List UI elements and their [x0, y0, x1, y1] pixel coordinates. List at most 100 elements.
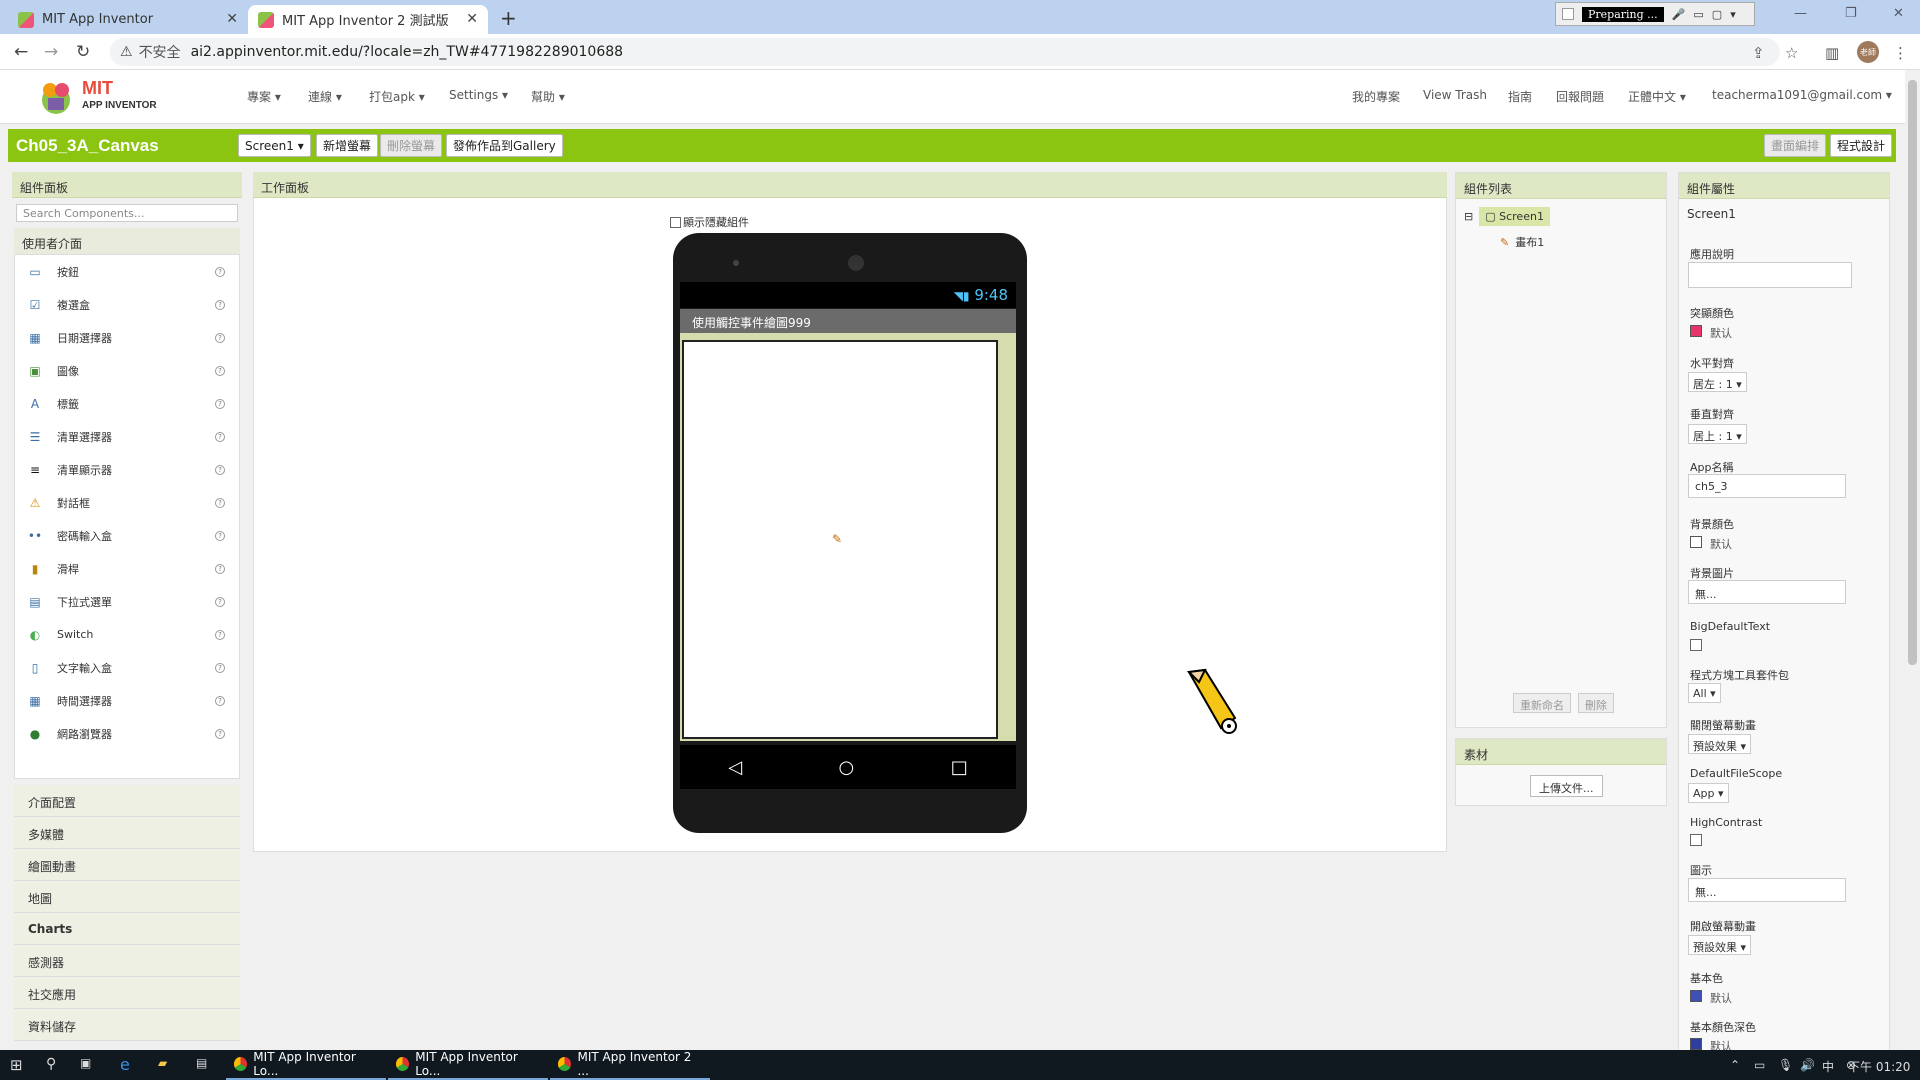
help-icon[interactable]: ?: [215, 564, 225, 574]
help-icon[interactable]: ?: [215, 267, 225, 277]
tree-node-canvas1[interactable]: ✎ 畫布1: [1500, 234, 1658, 250]
new-tab-button[interactable]: +: [500, 6, 517, 30]
help-icon[interactable]: ?: [215, 333, 225, 343]
forward-icon[interactable]: →: [44, 42, 58, 62]
task-view-icon[interactable]: ▣: [80, 1056, 91, 1070]
blocks-toolkit-dropdown[interactable]: All ▾: [1688, 683, 1721, 703]
screen-icon[interactable]: ▢: [1712, 8, 1722, 21]
palette-item-textbox[interactable]: ▯ 文字輸入盒?: [15, 651, 239, 684]
network-icon[interactable]: ▭: [1754, 1058, 1765, 1072]
blocks-button[interactable]: 程式設計: [1830, 134, 1893, 157]
publish-gallery-button[interactable]: 發佈作品到Gallery: [446, 134, 563, 157]
page-scrollbar[interactable]: [1905, 70, 1920, 1050]
tree-label-screen1[interactable]: ▢ Screen1: [1479, 207, 1550, 226]
mit-logo[interactable]: MIT APP INVENTOR: [36, 76, 166, 118]
scrollbar-thumb[interactable]: [1908, 80, 1917, 665]
warning-icon[interactable]: ⚠: [120, 44, 133, 60]
app-name-input[interactable]: ch5_3: [1688, 474, 1846, 498]
menu-connect[interactable]: 連線 ▾: [308, 88, 342, 105]
guide-link[interactable]: 指南: [1508, 88, 1532, 105]
category-media[interactable]: 多媒體: [14, 817, 240, 849]
camera-icon[interactable]: ▭: [1693, 8, 1703, 21]
browser-tab-2[interactable]: MIT App Inventor 2 測試版 ✕: [248, 5, 488, 34]
sidepanel-icon[interactable]: ▥: [1825, 44, 1839, 62]
remove-screen-button[interactable]: 刪除螢幕: [380, 134, 443, 157]
account-menu[interactable]: teacherma1091@gmail.com ▾: [1712, 88, 1892, 102]
background-color-value[interactable]: 默认: [1710, 536, 1732, 552]
about-textarea[interactable]: [1688, 262, 1852, 288]
ime-icon[interactable]: 中: [1822, 1058, 1834, 1075]
help-icon[interactable]: ?: [215, 366, 225, 376]
screen-select[interactable]: Screen1 ▾: [238, 134, 311, 157]
edge-icon[interactable]: e: [120, 1055, 130, 1074]
high-contrast-checkbox[interactable]: [1690, 834, 1702, 846]
category-layout[interactable]: 介面配置: [14, 785, 240, 817]
stop-icon[interactable]: [1562, 8, 1574, 20]
help-icon[interactable]: ?: [215, 597, 225, 607]
minimize-icon[interactable]: —: [1794, 6, 1807, 21]
taskbar-app-3[interactable]: MIT App Inventor 2 ...: [550, 1050, 710, 1080]
collapse-icon[interactable]: ⊟: [1464, 210, 1473, 223]
checkbox-box[interactable]: [670, 216, 681, 228]
upload-file-button[interactable]: 上傳文件...: [1530, 775, 1603, 797]
help-icon[interactable]: ?: [215, 300, 225, 310]
mic-tray-icon[interactable]: 🎙: [1778, 1058, 1793, 1072]
windows-start-icon[interactable]: ⊞: [10, 1056, 23, 1074]
help-icon[interactable]: ?: [215, 729, 225, 739]
help-icon[interactable]: ?: [215, 630, 225, 640]
align-vertical-dropdown[interactable]: 居上 : 1 ▾: [1688, 424, 1747, 444]
tray-chevron-icon[interactable]: ⌃: [1730, 1058, 1740, 1072]
background-image-picker[interactable]: 無...: [1688, 580, 1846, 604]
open-screen-animation-dropdown[interactable]: 預設效果 ▾: [1688, 935, 1752, 955]
file-explorer-icon[interactable]: ▰: [158, 1056, 167, 1070]
chevron-down-icon[interactable]: ▾: [1730, 8, 1736, 21]
category-charts[interactable]: Charts: [14, 913, 240, 945]
palette-item-password[interactable]: •• 密碼輸入盒?: [15, 519, 239, 552]
category-social[interactable]: 社交應用: [14, 977, 240, 1009]
designer-button[interactable]: 畫面編排: [1764, 134, 1827, 157]
help-icon[interactable]: ?: [215, 663, 225, 673]
category-maps[interactable]: 地圖: [14, 881, 240, 913]
close-screen-animation-dropdown[interactable]: 預設效果 ▾: [1688, 734, 1752, 754]
close-tab-icon[interactable]: ✕: [226, 11, 238, 27]
add-screen-button[interactable]: 新增螢幕: [316, 134, 379, 157]
primary-color-value[interactable]: 默认: [1710, 990, 1732, 1006]
palette-item-notifier[interactable]: ⚠ 對話框?: [15, 486, 239, 519]
help-icon[interactable]: ?: [215, 432, 225, 442]
palette-item-label[interactable]: A 標籤?: [15, 387, 239, 420]
palette-item-listpicker[interactable]: ☰ 清單選擇器?: [15, 420, 239, 453]
report-issue-link[interactable]: 回報問題: [1556, 88, 1604, 105]
category-storage[interactable]: 資料儲存: [14, 1009, 240, 1041]
background-color-swatch[interactable]: [1690, 536, 1702, 548]
taskbar-app-2[interactable]: MIT App Inventor Lo...: [388, 1050, 548, 1080]
help-icon[interactable]: ?: [215, 465, 225, 475]
palette-item-switch[interactable]: ◐ Switch?: [15, 618, 239, 651]
category-drawing[interactable]: 繪圖動畫: [14, 849, 240, 881]
language-menu[interactable]: 正體中文 ▾: [1628, 88, 1686, 105]
close-window-icon[interactable]: ✕: [1893, 6, 1904, 21]
palette-item-image[interactable]: ▣ 圖像?: [15, 354, 239, 387]
default-file-scope-dropdown[interactable]: App ▾: [1688, 783, 1729, 803]
clock[interactable]: 下午 01:20: [1848, 1058, 1910, 1075]
primary-color-swatch[interactable]: [1690, 990, 1702, 1002]
store-icon[interactable]: ▤: [196, 1056, 207, 1070]
category-sensors[interactable]: 感測器: [14, 945, 240, 977]
view-trash-link[interactable]: View Trash: [1423, 88, 1487, 102]
my-projects-link[interactable]: 我的專案: [1352, 88, 1400, 105]
menu-project[interactable]: 專案 ▾: [247, 88, 281, 105]
rename-button[interactable]: 重新命名: [1513, 693, 1571, 713]
palette-item-listview[interactable]: ≡ 清單顯示器?: [15, 453, 239, 486]
accent-color-swatch[interactable]: [1690, 325, 1702, 337]
menu-help[interactable]: 幫助 ▾: [531, 88, 565, 105]
profile-avatar[interactable]: 老師: [1857, 41, 1879, 63]
reload-icon[interactable]: ↻: [76, 42, 90, 62]
palette-item-datepicker[interactable]: ▦ 日期選擇器?: [15, 321, 239, 354]
back-icon[interactable]: ←: [14, 42, 28, 62]
icon-picker[interactable]: 無...: [1688, 878, 1846, 902]
tree-node-screen1[interactable]: ⊟ ▢ Screen1: [1464, 207, 1658, 226]
help-icon[interactable]: ?: [215, 498, 225, 508]
help-icon[interactable]: ?: [215, 399, 225, 409]
url-field[interactable]: ⚠ 不安全 ai2.appinventor.mit.edu/?locale=zh…: [110, 38, 1780, 66]
menu-build[interactable]: 打包apk ▾: [369, 88, 425, 105]
palette-item-slider[interactable]: ▮ 滑桿?: [15, 552, 239, 585]
